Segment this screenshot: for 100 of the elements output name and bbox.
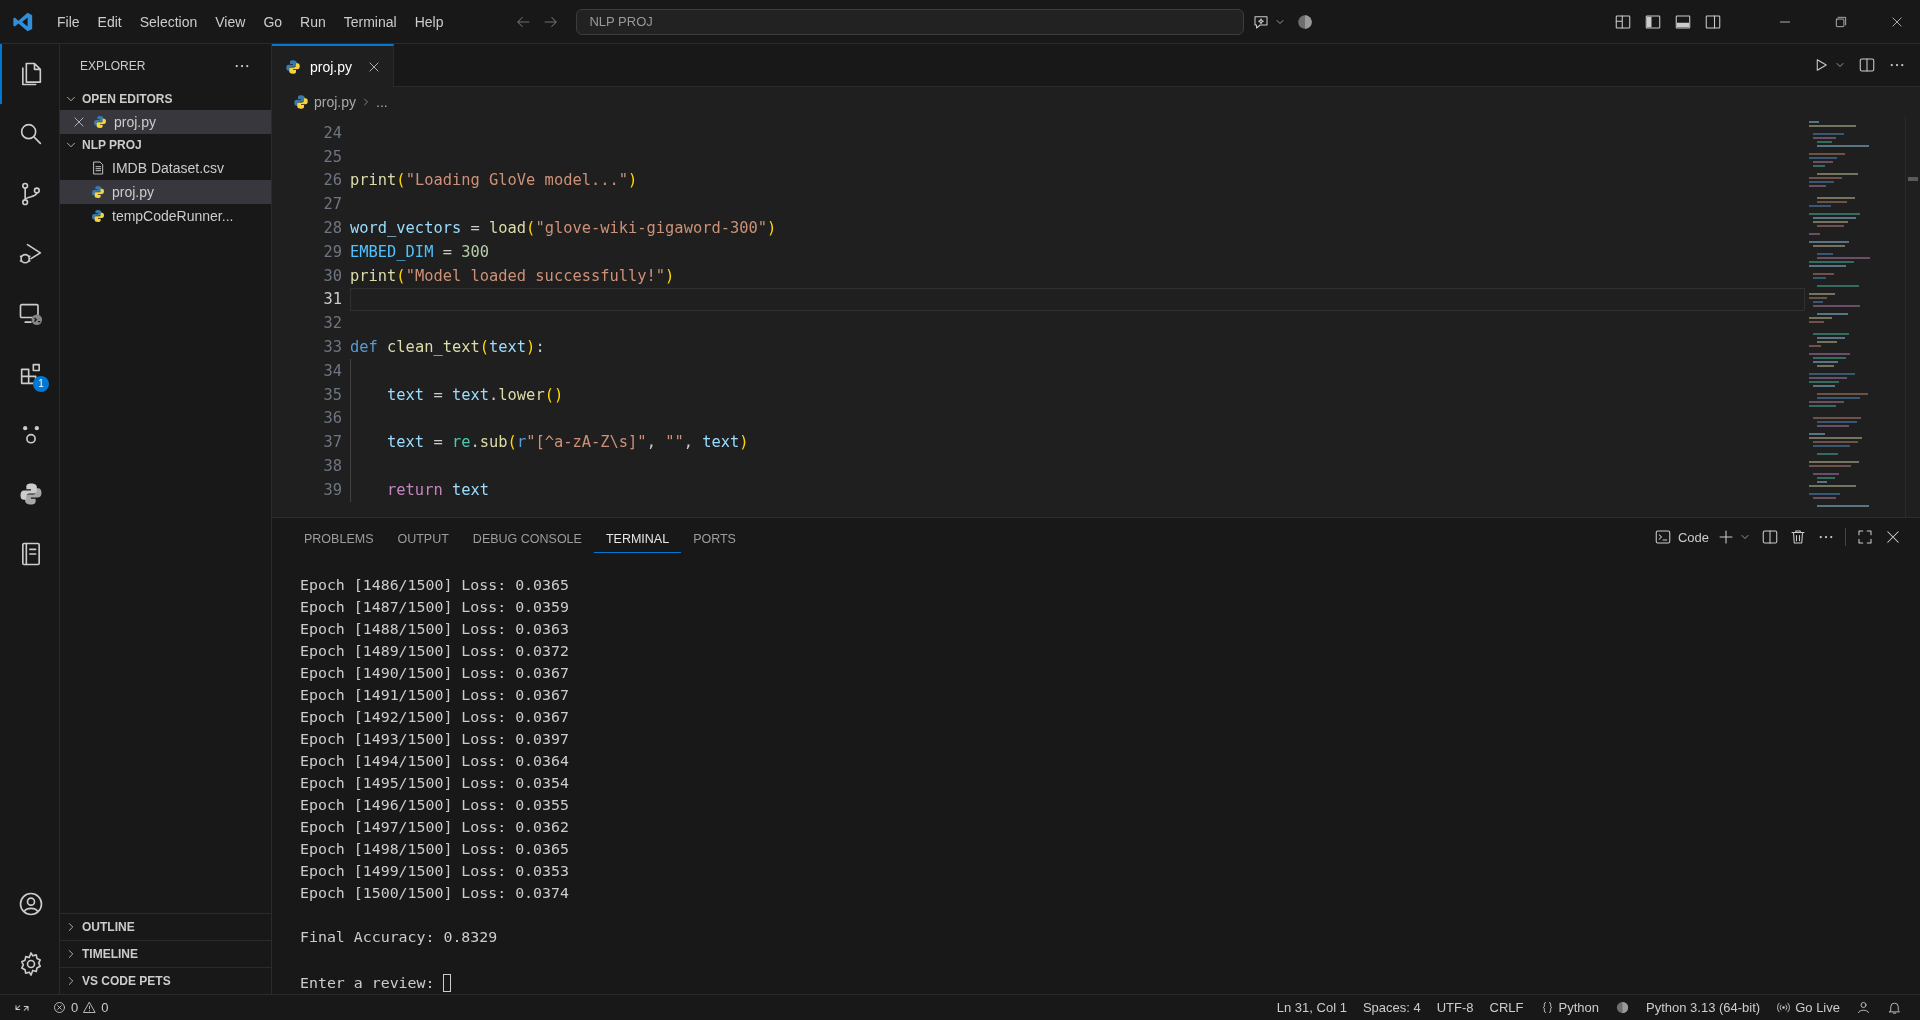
status-item[interactable]: Ln 31, Col 1 bbox=[1268, 1000, 1355, 1015]
section-header[interactable]: OPEN EDITORS bbox=[60, 88, 271, 110]
terminal-line: Final Accuracy: 0.8329 bbox=[300, 928, 499, 946]
python-file-icon bbox=[90, 184, 106, 200]
menu-item[interactable]: View bbox=[206, 9, 255, 34]
text-cursor bbox=[443, 974, 452, 992]
terminal-line: Epoch [1494/1500] Loss: 0.0364 bbox=[300, 752, 570, 770]
panel-tab[interactable]: PROBLEMS bbox=[292, 521, 386, 553]
terminal-line: Epoch [1491/1500] Loss: 0.0367 bbox=[300, 686, 570, 704]
sidebar-toggle-icon[interactable] bbox=[1644, 12, 1662, 31]
menu-item[interactable]: Go bbox=[254, 9, 292, 34]
breadcrumb-item[interactable]: ... bbox=[376, 94, 388, 110]
menu-item[interactable]: Edit bbox=[88, 9, 131, 34]
terminal-line: Epoch [1495/1500] Loss: 0.0354 bbox=[300, 774, 570, 792]
menu-item[interactable]: Terminal bbox=[334, 9, 406, 34]
panel-tab[interactable]: TERMINAL bbox=[593, 521, 682, 553]
code-line: print("Model loaded successfully!") bbox=[350, 266, 675, 285]
menu-item[interactable]: File bbox=[48, 9, 89, 34]
status-item[interactable]: Python bbox=[1531, 1000, 1607, 1015]
close-icon[interactable] bbox=[72, 115, 86, 129]
terminal-line: Epoch [1497/1500] Loss: 0.0362 bbox=[300, 818, 570, 836]
terminal-line: Epoch [1496/1500] Loss: 0.0355 bbox=[300, 796, 570, 814]
section-header[interactable]: TIMELINE bbox=[60, 940, 271, 967]
status-item[interactable]: Spaces: 4 bbox=[1354, 1000, 1429, 1015]
menu-item[interactable]: Run bbox=[291, 9, 335, 34]
line-number: 29 bbox=[322, 242, 343, 261]
menu-item[interactable]: Help bbox=[405, 9, 453, 34]
line-number: 25 bbox=[322, 147, 343, 166]
python-file-icon bbox=[90, 208, 106, 224]
document-icon bbox=[90, 160, 106, 176]
terminal-line: Epoch [1486/1500] Loss: 0.0365 bbox=[300, 576, 570, 594]
file-name: proj.py bbox=[114, 114, 157, 130]
broadcast-icon bbox=[1776, 1000, 1792, 1015]
terminal-selector[interactable]: Code bbox=[1653, 528, 1709, 546]
terminal-line: Epoch [1490/1500] Loss: 0.0367 bbox=[300, 664, 570, 682]
panel-tab[interactable]: PORTS bbox=[681, 521, 748, 553]
error-icon bbox=[52, 1000, 67, 1015]
python-file-icon bbox=[284, 57, 302, 76]
explorer-entry[interactable]: IMDB Dataset.csv bbox=[60, 156, 271, 180]
code-line: return text bbox=[387, 480, 489, 499]
scrollbar-thumb[interactable] bbox=[1908, 177, 1918, 181]
panel-tab[interactable]: DEBUG CONSOLE bbox=[460, 521, 594, 553]
line-number: 24 bbox=[322, 123, 343, 142]
close-icon[interactable] bbox=[367, 59, 381, 74]
layout-icon[interactable] bbox=[1614, 12, 1632, 31]
line-number: 36 bbox=[322, 409, 343, 428]
bell-icon[interactable] bbox=[1887, 1000, 1902, 1015]
problems-status[interactable]: 0 0 bbox=[44, 1000, 117, 1015]
status-item[interactable]: Python 3.13 (64-bit) bbox=[1638, 1000, 1769, 1015]
file-name: tempCodeRunner... bbox=[112, 208, 234, 224]
code-line: text = text.lower() bbox=[387, 385, 564, 404]
add-icon[interactable] bbox=[1717, 528, 1735, 546]
maximize-icon[interactable] bbox=[1856, 528, 1874, 546]
line-number: 38 bbox=[322, 457, 343, 476]
line-number: 35 bbox=[322, 385, 343, 404]
line-number: 28 bbox=[322, 219, 343, 238]
line-number: 34 bbox=[322, 361, 343, 380]
editor-tab[interactable]: proj.py bbox=[272, 44, 394, 87]
section-header[interactable]: NLP PROJ bbox=[60, 134, 271, 156]
section-header[interactable]: OUTLINE bbox=[60, 913, 271, 940]
line-number: 27 bbox=[322, 195, 343, 214]
python-file-icon bbox=[292, 93, 310, 111]
line-number: 31 bbox=[322, 290, 343, 309]
terminal-icon bbox=[1653, 528, 1672, 546]
breadcrumb-item[interactable]: proj.py bbox=[314, 94, 357, 110]
explorer-entry[interactable]: tempCodeRunner... bbox=[60, 204, 271, 228]
secondary-sidebar-icon[interactable] bbox=[1704, 12, 1722, 31]
terminal-line: Epoch [1499/1500] Loss: 0.0353 bbox=[300, 862, 570, 880]
close-icon[interactable] bbox=[1890, 14, 1904, 29]
panel-toggle-icon[interactable] bbox=[1674, 12, 1692, 31]
status-item[interactable]: Go Live bbox=[1768, 1000, 1848, 1015]
code-line: print("Loading GloVe model...") bbox=[350, 171, 638, 190]
account-icon[interactable] bbox=[1856, 1000, 1871, 1015]
terminal-prompt: Enter a review: bbox=[300, 974, 435, 992]
split-editor-icon[interactable] bbox=[1761, 528, 1779, 546]
code-line: word_vectors = load("glove-wiki-gigaword-300") bbox=[350, 219, 777, 238]
command-center-search[interactable]: NLP PROJ bbox=[576, 8, 1245, 35]
terminal-line: Epoch [1498/1500] Loss: 0.0365 bbox=[300, 840, 570, 858]
line-number: 30 bbox=[322, 266, 343, 285]
tab-label: proj.py bbox=[310, 58, 353, 75]
explorer-entry[interactable]: proj.py bbox=[60, 180, 271, 204]
status-item[interactable]: UTF-8 bbox=[1428, 1000, 1482, 1015]
close-icon[interactable] bbox=[1884, 528, 1902, 546]
restore-icon[interactable] bbox=[1834, 14, 1848, 29]
trash-icon[interactable] bbox=[1789, 528, 1807, 546]
status-item[interactable]: CRLF bbox=[1481, 1000, 1532, 1015]
split-editor-icon[interactable] bbox=[1858, 56, 1876, 74]
app-logo-icon bbox=[12, 10, 34, 33]
panel-tab[interactable]: OUTPUT bbox=[385, 521, 461, 553]
menu-item[interactable]: Selection bbox=[130, 9, 207, 34]
sidebar-title: EXPLORER bbox=[80, 59, 146, 73]
line-number: 39 bbox=[322, 480, 343, 499]
code-line: EMBED_DIM = 300 bbox=[350, 242, 490, 261]
terminal-line: Epoch [1500/1500] Loss: 0.0374 bbox=[300, 884, 570, 902]
activity-bar-item[interactable]: 1 bbox=[0, 344, 59, 404]
open-editor-entry[interactable]: proj.py bbox=[60, 110, 271, 134]
code-line: def clean_text(text): bbox=[350, 338, 545, 357]
terminal-line: Epoch [1493/1500] Loss: 0.0397 bbox=[300, 730, 570, 748]
terminal-line: Epoch [1492/1500] Loss: 0.0367 bbox=[300, 708, 570, 726]
file-name: IMDB Dataset.csv bbox=[112, 160, 225, 176]
